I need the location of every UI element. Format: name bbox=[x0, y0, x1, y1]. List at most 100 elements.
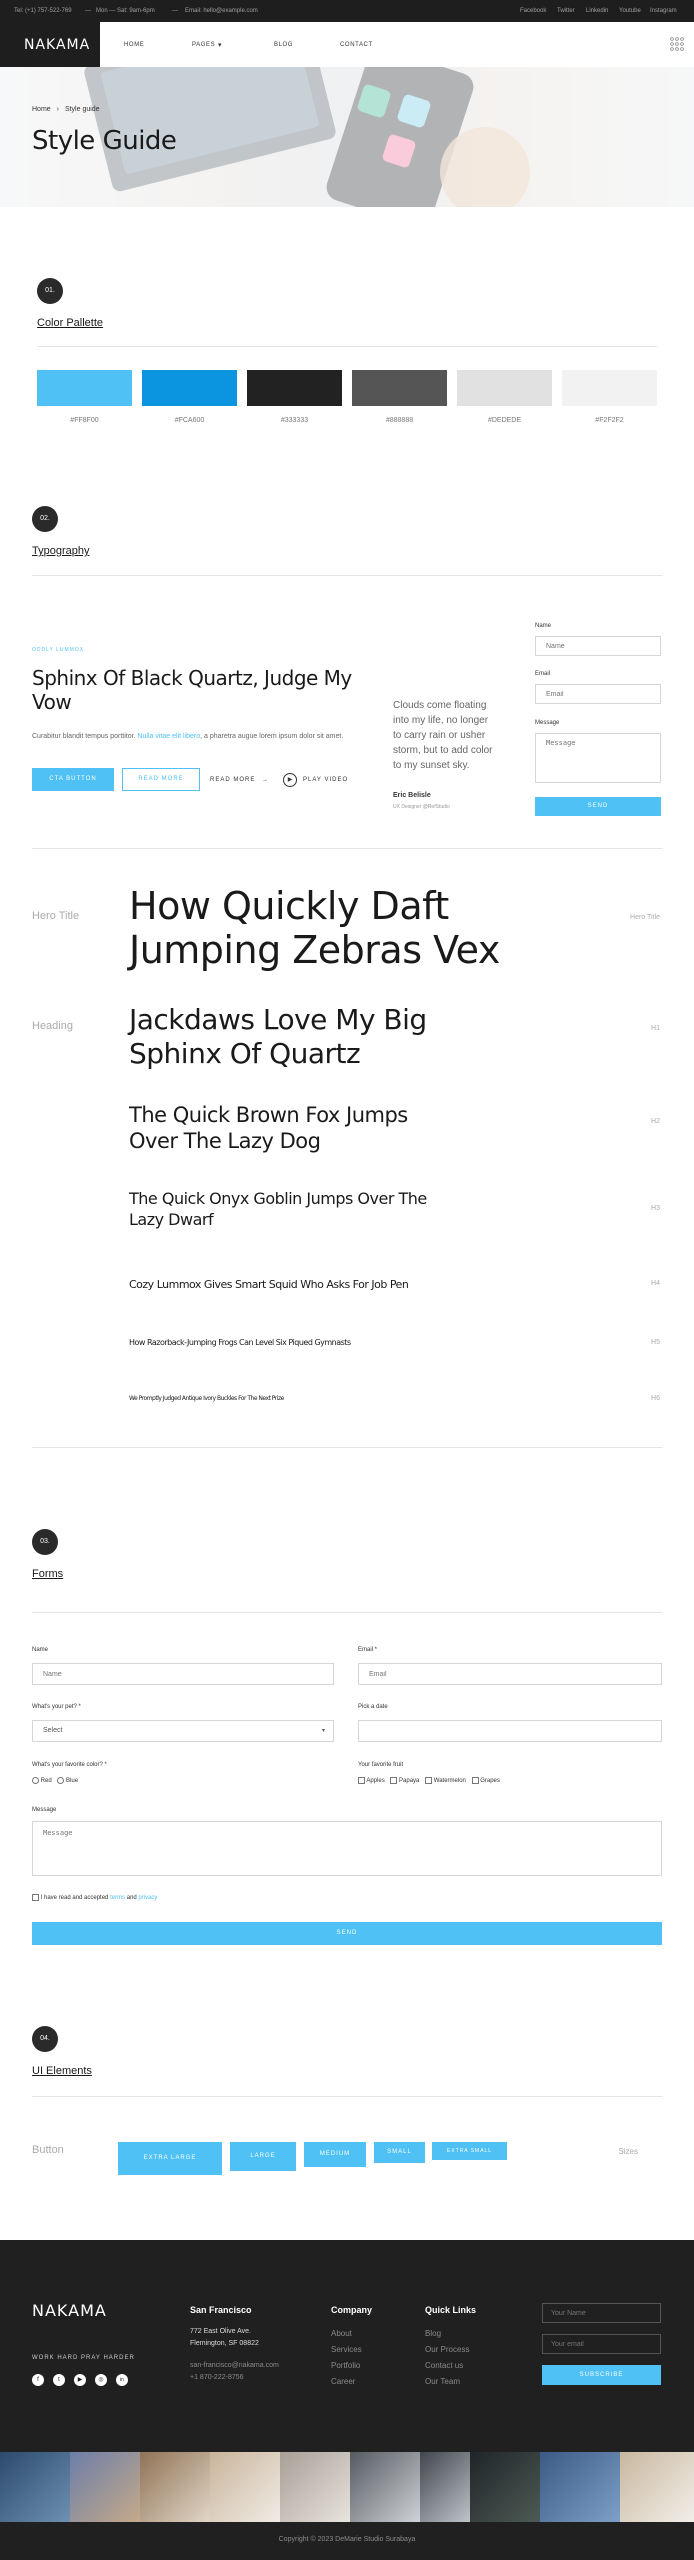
footer-link-about[interactable]: About bbox=[331, 2329, 352, 2338]
color-swatch bbox=[37, 370, 132, 406]
mini-form-message-label: Message bbox=[535, 720, 560, 726]
color-swatch bbox=[352, 370, 447, 406]
checkbox-papaya[interactable] bbox=[390, 1777, 398, 1784]
footer-logo[interactable]: NAKAMA bbox=[32, 2301, 107, 2320]
footer-link-process[interactable]: Our Process bbox=[425, 2345, 469, 2354]
h1-tag: H1 bbox=[651, 1025, 660, 1032]
footer-tagline: WORK HARD PRAY HARDER bbox=[32, 2355, 135, 2361]
privacy-link[interactable]: privacy bbox=[138, 1895, 157, 1901]
mini-form-send-button[interactable]: SEND bbox=[535, 797, 661, 816]
radio-red[interactable] bbox=[32, 1777, 39, 1784]
fruit-checkbox-group: Apples Papaya Watermelon Grapes bbox=[358, 1777, 500, 1784]
footer-address1: 772 East Olive Ave. bbox=[190, 2328, 251, 2335]
youtube-icon[interactable]: ▶ bbox=[74, 2374, 86, 2386]
footer-link-career[interactable]: Career bbox=[331, 2377, 355, 2386]
footer-email-input[interactable] bbox=[542, 2334, 661, 2354]
breadcrumb: Home › Style guide bbox=[32, 106, 100, 113]
h5-sample: How Razorback-Jumping Frogs Can Level Si… bbox=[129, 1338, 351, 1347]
footer-link-blog[interactable]: Blog bbox=[425, 2329, 441, 2338]
topbar-email[interactable]: Email: hello@example.com bbox=[185, 8, 258, 14]
arrow-right-icon: → bbox=[262, 777, 270, 783]
social-link-youtube[interactable]: Youtube bbox=[619, 8, 641, 14]
nav-home[interactable]: HOME bbox=[124, 42, 144, 48]
play-icon[interactable]: ▶ bbox=[283, 773, 297, 787]
section-number: 04. bbox=[32, 2026, 58, 2052]
nav-blog[interactable]: BLOG bbox=[274, 42, 293, 48]
social-link-twitter[interactable]: Twitter bbox=[557, 8, 575, 14]
xs-button[interactable]: EXTRA SMALL bbox=[432, 2142, 507, 2160]
social-link-facebook[interactable]: Facebook bbox=[520, 8, 546, 14]
linkedin-icon[interactable]: in bbox=[116, 2374, 128, 2386]
name-input[interactable] bbox=[32, 1663, 334, 1685]
instagram-icon[interactable]: ◎ bbox=[95, 2374, 107, 2386]
subscribe-button[interactable]: SUBSCRIBE bbox=[542, 2365, 661, 2385]
section-number: 02. bbox=[32, 506, 58, 532]
footer-name-input[interactable] bbox=[542, 2303, 661, 2323]
divider bbox=[32, 1447, 662, 1448]
mini-form-email-input[interactable] bbox=[535, 684, 661, 704]
checkbox-label: Watermelon bbox=[433, 1778, 466, 1785]
color-swatch bbox=[142, 370, 237, 406]
medium-button[interactable]: MEDIUM bbox=[304, 2142, 366, 2167]
footer-link-portfolio[interactable]: Portfolio bbox=[331, 2361, 360, 2370]
social-link-linkedin[interactable]: Linkedin bbox=[586, 8, 608, 14]
section-number: 01. bbox=[37, 278, 63, 304]
checkbox-watermelon[interactable] bbox=[425, 1777, 433, 1784]
read-more-outline-button[interactable]: READ MORE bbox=[122, 768, 200, 791]
message-textarea[interactable] bbox=[32, 1821, 662, 1876]
section-number: 03. bbox=[32, 1529, 58, 1555]
color-swatch bbox=[247, 370, 342, 406]
small-button[interactable]: SMALL bbox=[374, 2142, 425, 2163]
play-video-link[interactable]: PLAY VIDEO bbox=[303, 777, 348, 783]
divider bbox=[37, 346, 657, 347]
h2-tag: H2 bbox=[651, 1118, 660, 1125]
checkbox-apples[interactable] bbox=[358, 1777, 365, 1784]
copyright: Copyright © 2023 DeMarie Studio Surabaya bbox=[0, 2522, 694, 2560]
footer-city: San Francisco bbox=[190, 2305, 252, 2315]
footer-link-services[interactable]: Services bbox=[331, 2345, 362, 2354]
pet-label: What's your pet? * bbox=[32, 1704, 81, 1710]
checkbox-label: Grapes bbox=[480, 1778, 500, 1785]
footer-company-title: Company bbox=[331, 2305, 373, 2315]
h2-sample: The Quick Brown Fox Jumps Over The Lazy … bbox=[129, 1103, 408, 1153]
accept-terms: I have read and accepted terms and priva… bbox=[32, 1894, 157, 1901]
terms-link[interactable]: terms bbox=[110, 1895, 125, 1901]
logo[interactable]: NAKAMA bbox=[0, 22, 100, 67]
top-bar: Tel: (+1) 757-522-769 — Mon — Sat: 9am-6… bbox=[0, 0, 694, 22]
pet-select[interactable]: Select ▾ bbox=[32, 1720, 334, 1742]
nav-pages[interactable]: PAGES bbox=[192, 42, 215, 48]
topbar-tel: Tel: (+1) 757-522-769 bbox=[14, 8, 72, 14]
twitter-icon[interactable]: t bbox=[53, 2374, 65, 2386]
cta-button[interactable]: CTA BUTTON bbox=[32, 768, 114, 791]
footer-email[interactable]: san-francisco@nakama.com bbox=[190, 2362, 279, 2369]
footer-address2: Flemington, SF 08822 bbox=[190, 2340, 259, 2347]
footer-link-contact[interactable]: Contact us bbox=[425, 2361, 463, 2370]
accept-checkbox[interactable] bbox=[32, 1894, 39, 1901]
social-link-instagram[interactable]: Instagram bbox=[650, 8, 677, 14]
radio-red-label: Red bbox=[40, 1778, 52, 1785]
read-more-link[interactable]: READ MORE → bbox=[210, 777, 269, 783]
large-button[interactable]: LARGE bbox=[230, 2142, 296, 2171]
xl-button[interactable]: EXTRA LARGE bbox=[118, 2142, 222, 2175]
nav-contact[interactable]: CONTACT bbox=[340, 42, 373, 48]
email-input[interactable] bbox=[358, 1663, 662, 1685]
color-swatch-label: #DEDEDE bbox=[487, 417, 522, 424]
h3-tag: H3 bbox=[651, 1205, 660, 1212]
page-title: Style Guide bbox=[32, 126, 177, 156]
radio-blue[interactable] bbox=[57, 1777, 65, 1784]
breadcrumb-home[interactable]: Home bbox=[32, 106, 51, 113]
mini-form-message-input[interactable] bbox=[535, 733, 661, 783]
topbar-sep: — bbox=[172, 8, 178, 14]
color-label: What's your favorite color? * bbox=[32, 1762, 107, 1768]
send-button[interactable]: SEND bbox=[32, 1922, 662, 1945]
photo-strip bbox=[0, 2452, 694, 2522]
footer-phone[interactable]: +1 870-222-8756 bbox=[190, 2374, 244, 2381]
grid-icon[interactable] bbox=[670, 37, 684, 51]
date-input[interactable] bbox=[358, 1720, 662, 1742]
facebook-icon[interactable]: f bbox=[32, 2374, 44, 2386]
color-swatch bbox=[562, 370, 657, 406]
checkbox-grapes[interactable] bbox=[471, 1777, 479, 1784]
footer-link-team[interactable]: Our Team bbox=[425, 2377, 460, 2386]
paragraph-link[interactable]: Nulla vitae elit libero bbox=[137, 733, 200, 740]
mini-form-name-input[interactable] bbox=[535, 636, 661, 656]
